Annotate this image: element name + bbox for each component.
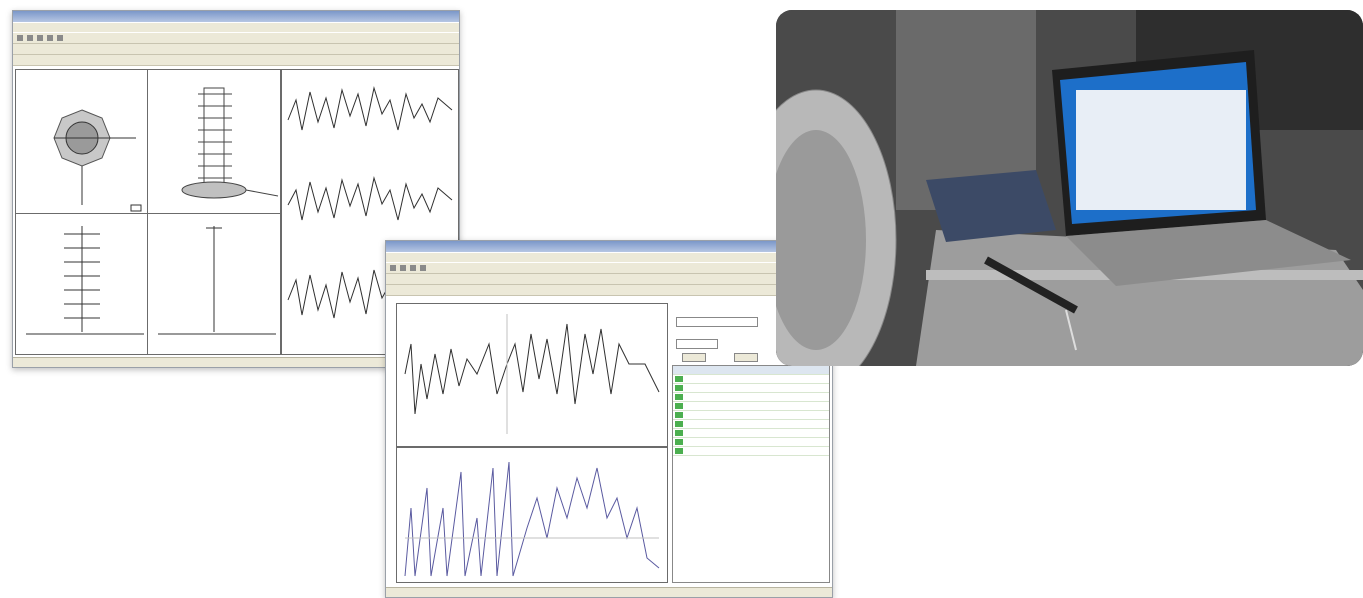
secondary-toolbar [13, 44, 459, 55]
laptop-setup-photo [776, 10, 1363, 366]
menu-bar [13, 23, 459, 32]
toolbar-icon [410, 265, 416, 271]
row-marker [675, 385, 683, 391]
side-view-drawing [158, 226, 276, 335]
table-header [673, 366, 829, 375]
main-toolbar [386, 263, 832, 274]
row-marker [675, 376, 683, 382]
top-view-drawing [53, 109, 142, 212]
settings-field[interactable] [676, 317, 758, 327]
value-field[interactable] [676, 339, 718, 349]
toolbar-icon [420, 265, 426, 271]
row-marker [675, 430, 683, 436]
table-row[interactable] [673, 438, 829, 447]
iso-view-panel [147, 69, 281, 215]
table-row[interactable] [673, 375, 829, 384]
toolbar-icon [17, 35, 23, 41]
row-marker [675, 439, 683, 445]
window-titlebar [386, 241, 832, 252]
analysis-window-screenshot [385, 240, 833, 598]
front-view-panel [15, 213, 149, 355]
side-view-panel [147, 213, 281, 355]
toolbar-icon [400, 265, 406, 271]
top-view-panel [15, 69, 149, 215]
toolbar-icon [57, 35, 63, 41]
iso-view-drawing [181, 87, 279, 199]
front-view-drawing [26, 226, 144, 335]
toolbar-icon [47, 35, 53, 41]
row-marker [675, 412, 683, 418]
time-waveform-drawing [404, 314, 660, 434]
view-toolbar [386, 285, 832, 296]
action-button[interactable] [734, 353, 758, 362]
status-bar [386, 587, 832, 597]
toolbar-icon [27, 35, 33, 41]
table-row[interactable] [673, 411, 829, 420]
table-row[interactable] [673, 393, 829, 402]
row-marker [675, 403, 683, 409]
view-toolbar [13, 55, 459, 66]
table-row[interactable] [673, 447, 829, 456]
toolbar-icon [37, 35, 43, 41]
main-toolbar [13, 33, 459, 44]
spectrum-panel [396, 447, 668, 583]
table-row[interactable] [673, 420, 829, 429]
table-row[interactable] [673, 429, 829, 438]
window-titlebar [13, 11, 459, 22]
time-waveform-panel [396, 303, 668, 447]
photo-illustration [776, 10, 1363, 366]
table-row[interactable] [673, 384, 829, 393]
action-button[interactable] [682, 353, 706, 362]
row-marker [675, 421, 683, 427]
toolbar-icon [390, 265, 396, 271]
spectrum-drawing [404, 461, 660, 577]
secondary-toolbar [386, 274, 832, 285]
row-marker [675, 394, 683, 400]
table-row[interactable] [673, 402, 829, 411]
results-table [672, 365, 830, 583]
menu-bar [386, 253, 832, 262]
row-marker [675, 448, 683, 454]
